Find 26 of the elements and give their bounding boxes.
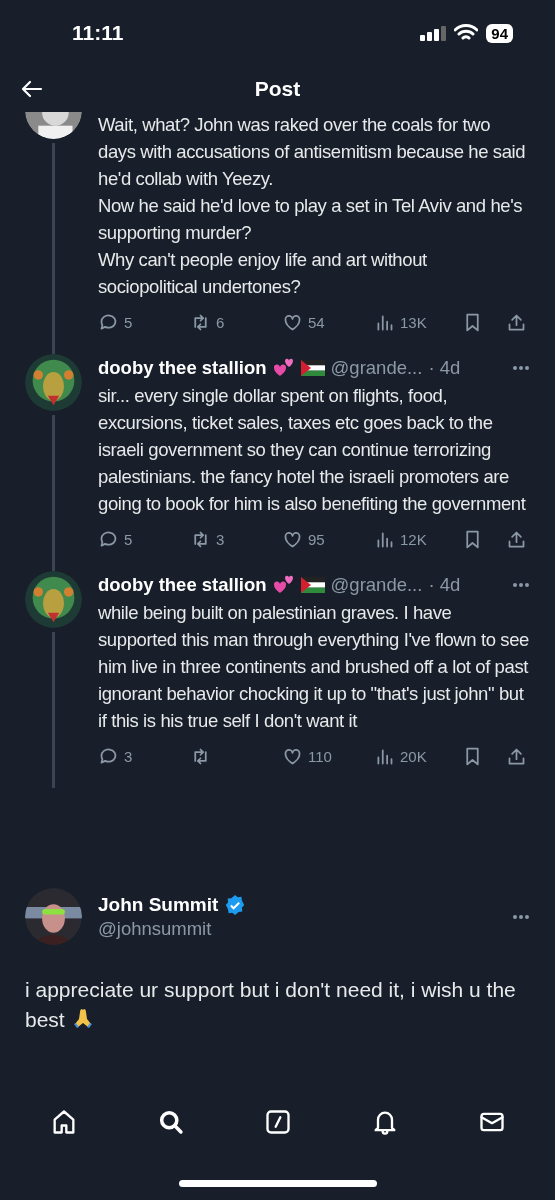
user-handle: @grande... [330, 357, 423, 379]
like-count: 110 [308, 747, 332, 765]
like-count: 95 [308, 530, 325, 548]
reply-count: 3 [124, 747, 133, 765]
post-text: while being built on palestinian graves. I have supported this man through everything I've flown to see him live in three continents and brushed off a lot of past ignorant behavior chocking it up to "that's just john" but if this is his true self I don't want it [98, 601, 530, 733]
clock-time: 11:11 [72, 21, 124, 45]
post-time: · 4d [428, 357, 461, 379]
view-count: 13K [400, 313, 427, 331]
battery-level: 94 [486, 23, 513, 43]
reply-count: 5 [124, 313, 133, 331]
view-count: 20K [400, 747, 427, 765]
user-handle: @grande... [330, 574, 423, 596]
user-name: John Summit [98, 893, 219, 916]
user-handle: @johnsummit [98, 917, 213, 940]
view-count: 12K [400, 530, 427, 548]
post-time: · 4d [428, 574, 461, 596]
repost-count: 6 [216, 313, 225, 331]
post-text: sir... every single dollar spent on flights, food, excursions, ticket sales, taxes etc goes back to the israeli government so they can continue terrorizing palestinians. the fancy hotel the israeli promoters are going to book for him is also benefiting the government [98, 384, 527, 516]
like-count: 54 [308, 313, 325, 331]
page-title: Post [254, 77, 301, 101]
post-text: Wait, what? John was raked over the coals for two days with accusations of antisemitism because he said he'd collab with Yeezy. Now he said he'd love to play a set in Tel Aviv and he's supporting murder? Why can't people enjoy life and art without sociopolitical undertones? [98, 113, 527, 299]
post-text: i appreciate ur support but i don't need it, i wish u the best [25, 977, 517, 1033]
reply-count: 5 [124, 530, 133, 548]
repost-count: 3 [216, 530, 225, 548]
user-name: dooby thee stallion [98, 574, 267, 596]
user-name: dooby thee stallion [98, 357, 267, 379]
